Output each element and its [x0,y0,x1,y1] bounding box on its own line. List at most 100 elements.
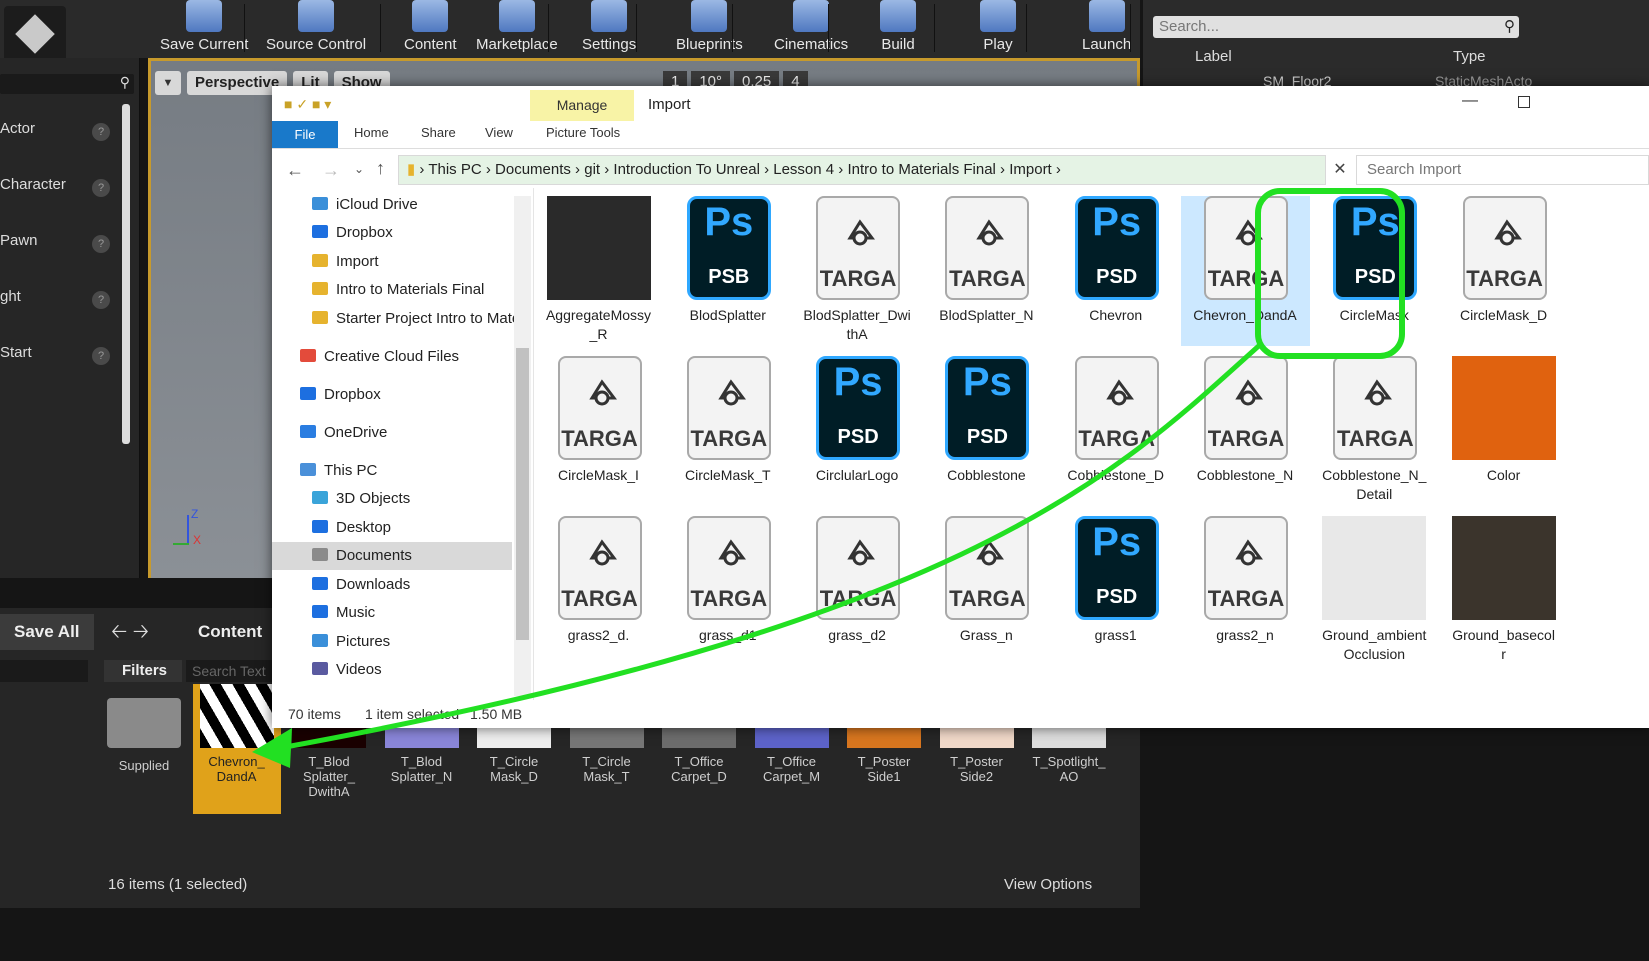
file-item[interactable]: TARGA CircleMask_D [1439,196,1568,325]
view-options-button[interactable]: View Options [1004,876,1092,893]
nav-item[interactable]: This PC [300,462,377,479]
build-button[interactable]: Build [880,0,916,55]
file-item[interactable]: TARGA grass_d2 [793,516,922,645]
file-item[interactable]: TARGA grass_d1 [663,516,792,645]
maximize-button[interactable] [1518,96,1530,108]
address-bar[interactable]: ▮ › This PC › Documents › git › Introduc… [398,155,1326,185]
manage-tab[interactable]: Manage [530,90,634,121]
file-item[interactable]: TARGA BlodSplatter_N [922,196,1051,325]
up-arrow-icon[interactable]: ↑ [376,158,385,179]
file-item[interactable]: Ground_basecol r [1439,516,1568,664]
nav-item[interactable]: iCloud Drive [312,196,418,213]
outliner-col-label[interactable]: Label [1195,48,1232,65]
nav-item[interactable]: Music [312,604,375,621]
mode-item[interactable]: Pawn? [0,232,118,262]
play-button[interactable]: Play [980,0,1016,55]
nav-item[interactable]: Dropbox [312,224,393,241]
tab-view[interactable]: View [485,125,513,140]
ue-logo[interactable] [4,6,66,64]
breadcrumb-item[interactable]: Introduction To Unreal [613,161,759,178]
nav-item[interactable]: Documents [272,542,512,570]
file-item[interactable]: TARGA Cobblestone_D [1051,356,1180,485]
content-button[interactable]: Content [404,0,457,55]
file-item[interactable]: Ps PSD CirclularLogo [793,356,922,485]
file-item[interactable]: AggregateMossy _R [534,196,663,344]
file-item[interactable]: TARGA grass2_n [1181,516,1310,645]
mode-item[interactable]: Start? [0,344,118,374]
asset-tile[interactable]: Chevron_ DandA [192,684,281,814]
settings-button[interactable]: Settings [582,0,636,55]
breadcrumb-item[interactable]: Import [1009,161,1052,178]
nav-item[interactable]: Pictures [312,633,390,650]
outliner-col-type[interactable]: Type [1453,48,1486,65]
cinematics-icon [793,0,830,32]
mode-item[interactable]: Character? [0,176,118,206]
file-item[interactable]: TARGA grass2_d. [534,516,663,645]
breadcrumb-item[interactable]: Intro to Materials Final [847,161,995,178]
nav-item[interactable]: Videos [312,661,382,678]
cb-search-input[interactable]: Search Text [186,660,272,682]
file-item[interactable]: TARGA Grass_n [922,516,1051,645]
minimize-button[interactable]: — [1462,92,1478,110]
nav-item[interactable]: Dropbox [300,386,381,403]
nav-item[interactable]: OneDrive [300,424,387,441]
file-item[interactable]: Ps PSD Cobblestone [922,356,1051,485]
help-icon[interactable]: ? [92,179,110,197]
nav-item[interactable]: 3D Objects [312,490,410,507]
modes-scrollbar[interactable] [122,104,130,444]
mode-item[interactable]: Actor? [0,120,118,150]
breadcrumb-item[interactable]: git [584,161,600,178]
file-item[interactable]: TARGA CircleMask_T [663,356,792,485]
file-item[interactable]: TARGA Chevron_DandA [1180,196,1310,346]
left-search-input[interactable] [0,660,88,682]
marketplace-button[interactable]: Marketplace [476,0,558,55]
viewport-options-button[interactable]: ▼ [155,71,181,95]
outliner-search[interactable]: Search... ⚲ [1153,16,1519,38]
launch-button[interactable]: Launch [1082,0,1131,55]
nav-item[interactable]: Intro to Materials Final [312,281,484,298]
file-item[interactable]: TARGA CircleMask_I [534,356,663,485]
breadcrumb-item[interactable]: Lesson 4 [773,161,834,178]
file-item[interactable]: TARGA Cobblestone_N [1181,356,1310,485]
save-all-button[interactable]: Save All [0,614,94,650]
nav-item[interactable]: Desktop [312,519,391,536]
breadcrumb-item[interactable]: This PC [428,161,481,178]
modes-search[interactable]: ⚲ [0,74,134,94]
quick-access-toolbar[interactable]: ■ ✓ ■ ▾ [284,96,331,113]
nav-item[interactable]: Starter Project Intro to Materi [312,310,529,327]
help-icon[interactable]: ? [92,291,110,309]
breadcrumb-item[interactable]: Documents [495,161,571,178]
help-icon[interactable]: ? [92,347,110,365]
tab-file[interactable]: File [272,121,338,148]
asset-tile[interactable]: Supplied [100,684,188,773]
source-control-button[interactable]: Source Control [266,0,366,55]
file-item[interactable]: Ps PSD Chevron [1051,196,1180,325]
tab-share[interactable]: Share [421,125,456,140]
search-import-input[interactable]: Search Import [1356,155,1649,185]
file-item[interactable]: Ps PSD CircleMask [1310,196,1439,325]
nav-item[interactable]: Import [312,253,379,270]
address-close-icon[interactable]: ✕ [1328,155,1352,185]
file-item[interactable]: Ps PSB BlodSplatter [663,196,792,325]
tab-picture-tools[interactable]: Picture Tools [546,125,620,140]
nav-scrollbar[interactable] [514,196,531,696]
file-item[interactable]: Ps PSD grass1 [1051,516,1180,645]
file-item[interactable]: TARGA Cobblestone_N_ Detail [1310,356,1439,504]
filters-button[interactable]: Filters [104,660,182,682]
file-item[interactable]: Color [1439,356,1568,485]
save-current-button[interactable]: Save Current [160,0,248,55]
back-forward-buttons[interactable]: 🡠 🡢 [104,614,156,650]
tab-home[interactable]: Home [354,125,389,140]
help-icon[interactable]: ? [92,235,110,253]
recent-chevron-icon[interactable]: ⌄ [354,162,364,176]
file-item[interactable]: TARGA BlodSplatter_Dwi thA [793,196,922,344]
mode-item[interactable]: ght? [0,288,118,318]
nav-item[interactable]: Downloads [312,576,410,593]
cinematics-button[interactable]: Cinematics [774,0,848,55]
help-icon[interactable]: ? [92,123,110,141]
forward-arrow-icon[interactable]: → [322,160,340,181]
content-path[interactable]: Content [164,614,270,650]
nav-item[interactable]: Creative Cloud Files [300,348,459,365]
file-item[interactable]: Ground_ambient Occlusion [1310,516,1439,664]
back-arrow-icon[interactable]: ← [286,160,304,181]
